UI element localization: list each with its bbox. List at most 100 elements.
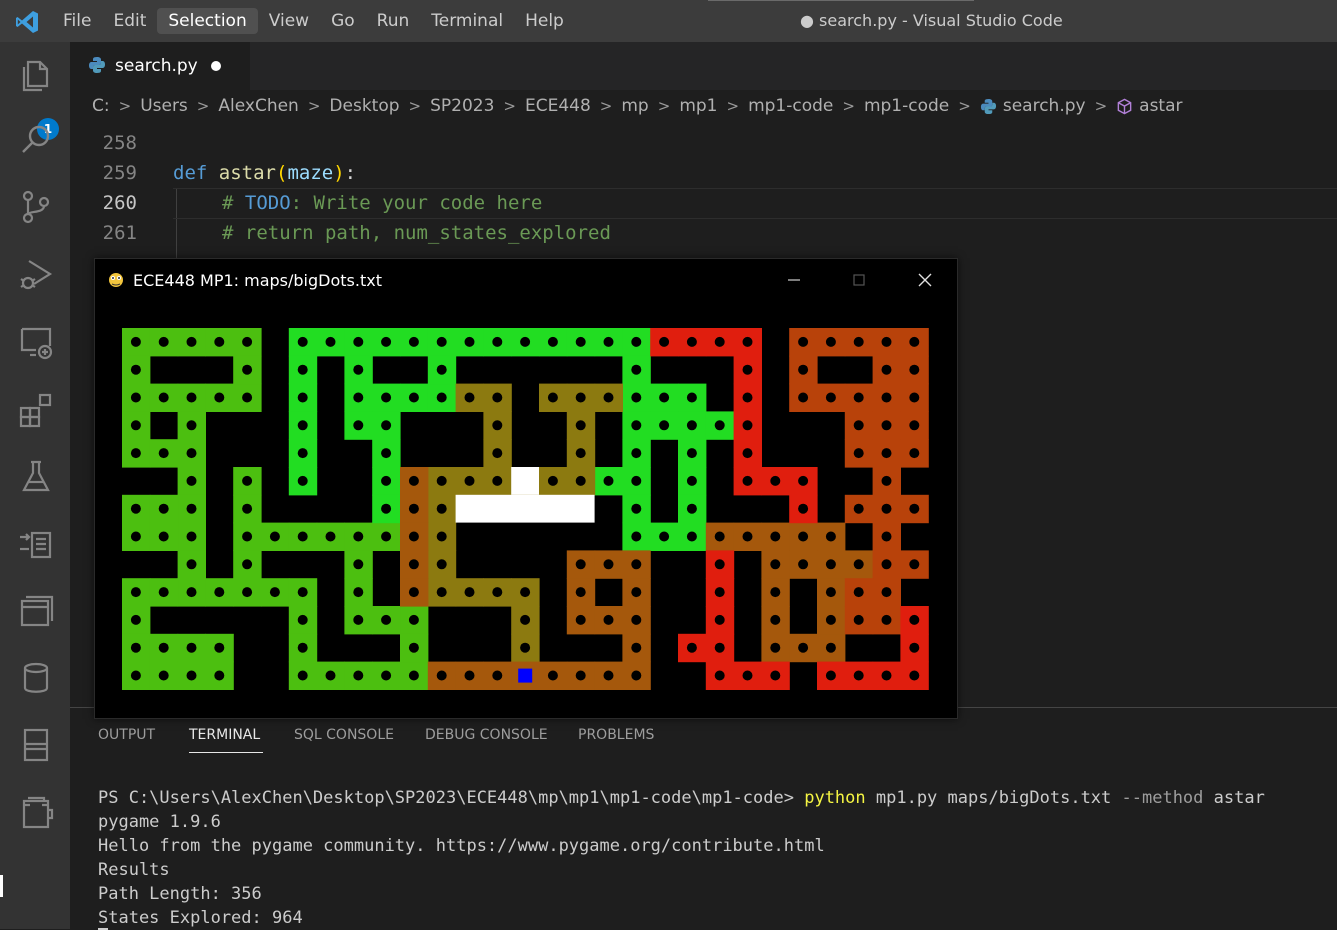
maze-dot bbox=[297, 614, 308, 625]
maze-dot bbox=[909, 614, 920, 625]
menu-help[interactable]: Help bbox=[514, 8, 575, 34]
pygame-window[interactable]: ECE448 MP1: maps/bigDots.txt bbox=[94, 258, 958, 719]
close-icon[interactable] bbox=[912, 267, 938, 293]
crumb-ece448[interactable]: ECE448 bbox=[525, 96, 591, 116]
maze-dot bbox=[325, 336, 336, 347]
terminal-line: States Explored: 964 bbox=[98, 908, 303, 928]
maze-dot bbox=[825, 642, 836, 653]
maze-dot bbox=[742, 392, 753, 403]
crumb-drive[interactable]: C: bbox=[92, 96, 110, 116]
maze-dot bbox=[353, 670, 364, 681]
maze-dot bbox=[881, 531, 892, 542]
menu-go[interactable]: Go bbox=[320, 8, 366, 34]
search-icon[interactable] bbox=[16, 120, 56, 160]
menu-file[interactable]: File bbox=[52, 8, 102, 34]
maze-dot bbox=[659, 392, 670, 403]
extensions-icon[interactable] bbox=[16, 389, 56, 429]
maze-dot bbox=[798, 392, 809, 403]
maze-dot bbox=[770, 475, 781, 486]
maze-dot bbox=[825, 336, 836, 347]
tab-debug-console[interactable]: DEBUG CONSOLE bbox=[425, 727, 548, 743]
crumb-users[interactable]: Users bbox=[140, 96, 188, 116]
maze-dot bbox=[686, 503, 697, 514]
tab-search-py[interactable]: search.py bbox=[70, 42, 250, 90]
maze-dot bbox=[130, 420, 141, 431]
crumb-sp2023[interactable]: SP2023 bbox=[430, 96, 494, 116]
code-text: def astar(maze): bbox=[173, 162, 356, 184]
maze-dot bbox=[325, 531, 336, 542]
maze-dot bbox=[297, 587, 308, 598]
maze-dot bbox=[881, 670, 892, 681]
maze-dot bbox=[686, 448, 697, 459]
maze-dot bbox=[186, 642, 197, 653]
maze-dot bbox=[269, 531, 280, 542]
maximize-icon[interactable] bbox=[846, 267, 872, 293]
terminal-args: mp1.py maps/bigDots.txt bbox=[865, 788, 1122, 808]
maze-dot bbox=[520, 336, 531, 347]
modified-dot-icon[interactable] bbox=[211, 61, 221, 71]
crumb-mp1[interactable]: mp1 bbox=[679, 96, 717, 116]
terminal-line: Results bbox=[98, 860, 170, 880]
explorer-icon[interactable] bbox=[16, 54, 56, 94]
crumb-mp1-code-inner[interactable]: mp1-code bbox=[864, 96, 949, 116]
maze-dot bbox=[158, 336, 169, 347]
function-name: astar bbox=[218, 162, 276, 184]
maze-canvas[interactable] bbox=[95, 301, 957, 718]
pygame-title-bar[interactable]: ECE448 MP1: maps/bigDots.txt bbox=[95, 259, 957, 301]
maze-dot bbox=[353, 614, 364, 625]
maze-dot bbox=[714, 531, 725, 542]
docker-icon[interactable] bbox=[16, 792, 56, 832]
maze-dot bbox=[297, 670, 308, 681]
maze-dot bbox=[353, 336, 364, 347]
maze-dot bbox=[603, 614, 614, 625]
maze-dot bbox=[408, 336, 419, 347]
maze-dot bbox=[853, 559, 864, 570]
maze-dot bbox=[464, 670, 475, 681]
crumb-desktop[interactable]: Desktop bbox=[329, 96, 399, 116]
maze-dot bbox=[436, 364, 447, 375]
menu-edit[interactable]: Edit bbox=[102, 8, 157, 34]
chevron-right-icon: > bbox=[307, 97, 321, 115]
run-debug-icon[interactable] bbox=[16, 254, 56, 294]
maze-dot bbox=[436, 587, 447, 598]
code-line: 258 bbox=[70, 128, 1337, 158]
crumb-mp[interactable]: mp bbox=[621, 96, 648, 116]
maze-dot bbox=[158, 392, 169, 403]
maze-dot bbox=[603, 670, 614, 681]
tab-sql-console[interactable]: SQL CONSOLE bbox=[294, 727, 394, 743]
remote-explorer-icon[interactable] bbox=[16, 322, 56, 362]
notebook-icon[interactable] bbox=[16, 725, 56, 765]
maze-dot bbox=[575, 392, 586, 403]
maze-dot bbox=[381, 336, 392, 347]
maze-dot bbox=[742, 531, 753, 542]
crumb-symbol[interactable]: astar bbox=[1139, 96, 1182, 116]
crumb-file[interactable]: search.py bbox=[1003, 96, 1086, 116]
testing-icon[interactable] bbox=[16, 456, 56, 496]
maze-dot bbox=[325, 670, 336, 681]
tab-terminal[interactable]: TERMINAL bbox=[189, 727, 260, 743]
source-control-icon[interactable] bbox=[16, 187, 56, 227]
crumb-mp1-code[interactable]: mp1-code bbox=[748, 96, 833, 116]
tab-output[interactable]: OUTPUT bbox=[98, 727, 155, 743]
test-export-icon[interactable] bbox=[16, 523, 56, 563]
pull-request-icon[interactable] bbox=[16, 591, 56, 631]
menu-view[interactable]: View bbox=[258, 8, 320, 34]
maze-dot bbox=[297, 448, 308, 459]
maze-dot bbox=[770, 670, 781, 681]
terminal-output[interactable]: PS C:\Users\AlexChen\Desktop\SP2023\ECE4… bbox=[98, 786, 1265, 930]
maze-dot bbox=[130, 392, 141, 403]
maze-dot bbox=[464, 336, 475, 347]
crumb-alexchen[interactable]: AlexChen bbox=[218, 96, 298, 116]
maze-dot bbox=[881, 336, 892, 347]
menu-terminal[interactable]: Terminal bbox=[420, 8, 514, 34]
maze-dot bbox=[575, 670, 586, 681]
minimize-icon[interactable] bbox=[781, 267, 807, 293]
maze-dot bbox=[242, 531, 253, 542]
maze-dot bbox=[492, 475, 503, 486]
menu-run[interactable]: Run bbox=[366, 8, 421, 34]
tab-problems[interactable]: PROBLEMS bbox=[578, 727, 654, 743]
menu-selection[interactable]: Selection bbox=[157, 8, 258, 34]
database-icon[interactable] bbox=[16, 658, 56, 698]
maze-dot bbox=[742, 364, 753, 375]
vscode-logo-icon bbox=[16, 11, 38, 33]
